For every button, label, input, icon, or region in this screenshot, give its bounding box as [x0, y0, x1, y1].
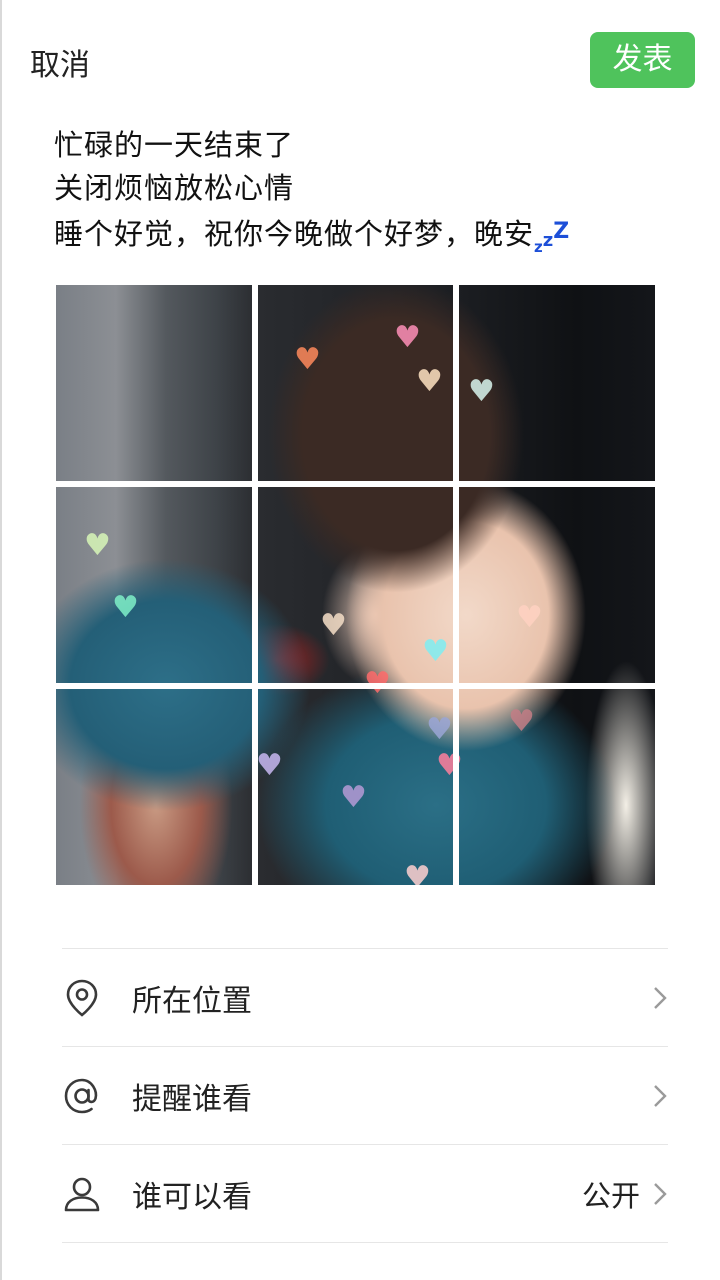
heart-sticker-icon: ♥ — [404, 860, 431, 886]
heart-sticker-icon: ♥ — [320, 608, 347, 643]
grid-divider — [56, 481, 655, 487]
person-icon — [62, 1174, 102, 1214]
heart-sticker-icon: ♥ — [340, 780, 367, 815]
compose-moment-screen: 取消 发表 忙碌的一天结束了 关闭烦恼放松心情 睡个好觉，祝你今晚做个好梦，晚安… — [0, 0, 720, 1280]
location-pin-icon — [62, 978, 102, 1018]
mention-option-label: 提醒谁看 — [132, 1081, 252, 1117]
post-text-input[interactable]: 忙碌的一天结束了 关闭烦恼放松心情 睡个好觉，祝你今晚做个好梦，晚安zzZ — [54, 124, 674, 269]
photo-grid[interactable]: ♥ ♥ ♥ ♥ ♥ ♥ ♥ ♥ ♥ ♥ ♥ ♥ ♥ ♥ ♥ ♥ — [56, 285, 655, 885]
visibility-value: 公开 — [581, 1178, 640, 1213]
divider — [62, 1242, 668, 1243]
location-option[interactable]: 所在位置 — [62, 949, 668, 1046]
post-text-line: 忙碌的一天结束了 — [54, 128, 295, 162]
heart-sticker-icon: ♥ — [394, 320, 421, 355]
heart-sticker-icon: ♥ — [508, 704, 535, 739]
visibility-option-label: 谁可以看 — [132, 1179, 252, 1215]
grid-divider — [56, 683, 655, 689]
at-sign-icon — [62, 1076, 102, 1116]
grid-divider — [453, 285, 459, 885]
heart-sticker-icon: ♥ — [294, 342, 321, 377]
chevron-right-icon — [652, 1181, 668, 1207]
post-text-line: 睡个好觉，祝你今晚做个好梦，晚安zzZ — [54, 210, 674, 269]
heart-sticker-icon: ♥ — [416, 364, 443, 399]
mention-option[interactable]: 提醒谁看 — [62, 1047, 668, 1144]
chevron-right-icon — [652, 985, 668, 1011]
heart-sticker-icon: ♥ — [468, 374, 495, 409]
heart-sticker-icon: ♥ — [256, 748, 283, 783]
chevron-right-icon — [652, 1083, 668, 1109]
location-option-label: 所在位置 — [132, 983, 252, 1019]
heart-sticker-icon: ♥ — [426, 712, 453, 747]
grid-divider — [252, 285, 258, 885]
sleeping-zzz-emoji: zzZ — [534, 219, 570, 256]
heart-sticker-icon: ♥ — [516, 600, 543, 635]
heart-sticker-icon: ♥ — [112, 590, 139, 625]
post-options-list: 所在位置 提醒谁看 谁可以看 公开 — [62, 948, 668, 1243]
heart-sticker-icon: ♥ — [422, 634, 449, 669]
cancel-button[interactable]: 取消 — [30, 40, 90, 84]
visibility-option[interactable]: 谁可以看 公开 — [62, 1145, 668, 1242]
post-text-line: 关闭烦恼放松心情 — [54, 171, 295, 205]
heart-sticker-icon: ♥ — [84, 528, 111, 563]
post-text-line-content: 睡个好觉，祝你今晚做个好梦，晚安 — [54, 217, 535, 251]
publish-button[interactable]: 发表 — [590, 32, 695, 88]
